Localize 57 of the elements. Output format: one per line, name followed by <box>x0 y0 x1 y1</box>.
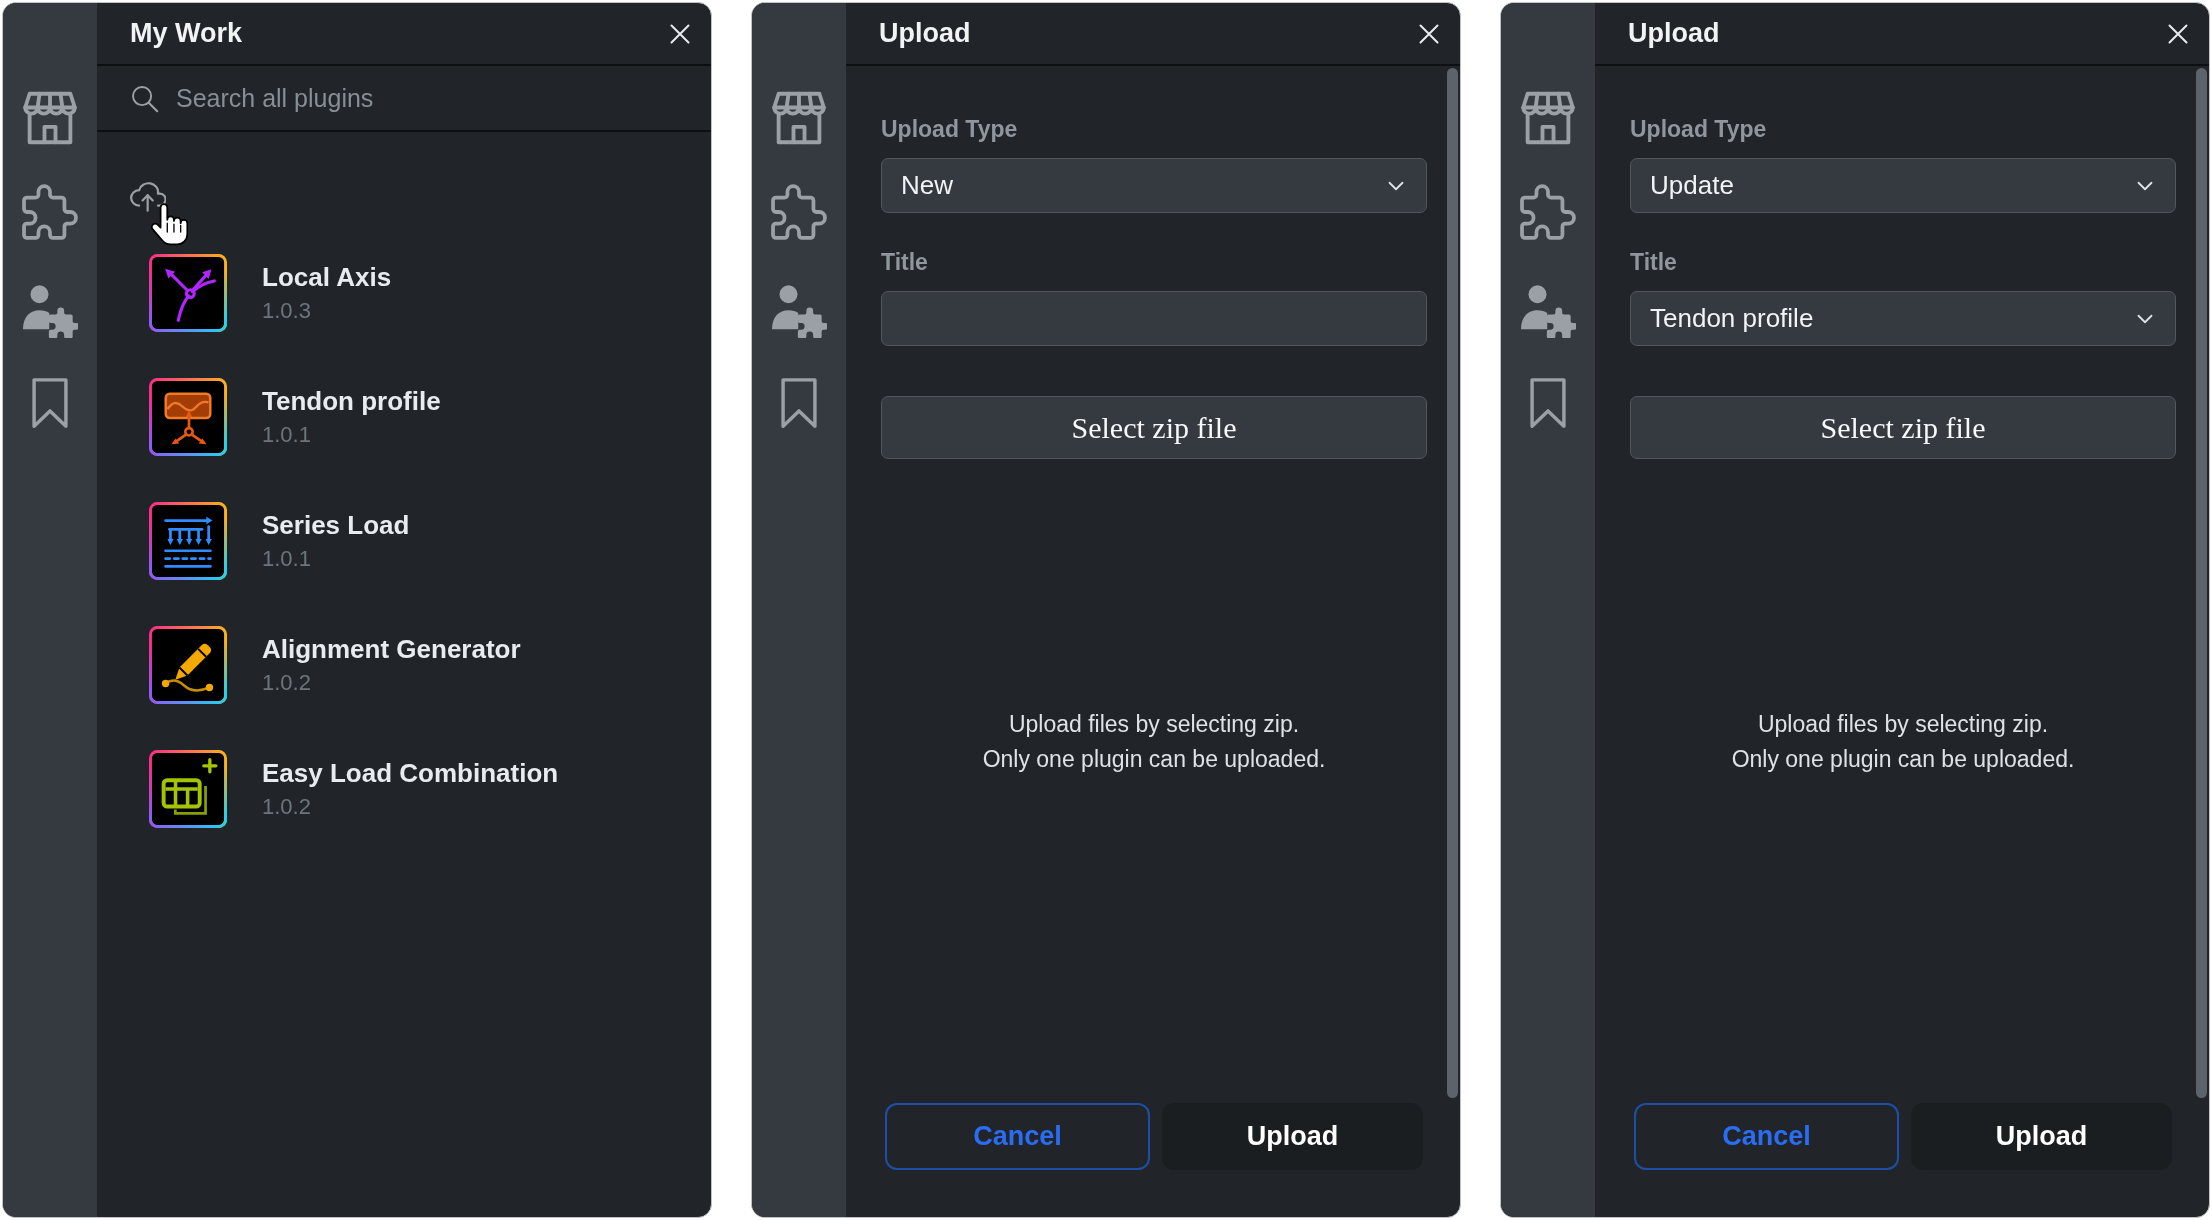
bookmark-icon[interactable] <box>1529 378 1567 430</box>
panel-title: Upload <box>1628 17 1720 51</box>
field-label: Title <box>881 249 929 275</box>
axis-arrows-icon[interactable] <box>149 254 227 332</box>
load-arrows-icon[interactable] <box>149 502 227 580</box>
panel-title: Upload <box>879 17 971 51</box>
dropdown[interactable]: Tendon profile <box>1630 291 2176 346</box>
scrollbar-thumb[interactable] <box>1447 68 1458 1098</box>
pencil-curve-icon[interactable] <box>149 626 227 704</box>
close-icon[interactable] <box>2168 23 2188 44</box>
plugin-name[interactable]: Alignment Generator <box>262 634 521 664</box>
dropdown[interactable]: New <box>881 158 1427 213</box>
plugin-version: 1.0.2 <box>262 670 312 696</box>
user-puzzle-icon[interactable] <box>1520 285 1576 338</box>
puzzle-icon[interactable] <box>1520 184 1576 240</box>
bookmark-icon[interactable] <box>31 378 69 430</box>
text-field[interactable] <box>881 291 1427 346</box>
select-file-button[interactable]: Select zip file <box>1630 396 2176 459</box>
chevron-down-icon <box>2137 180 2153 191</box>
help-text: Only one plugin can be uploaded. <box>982 746 1326 772</box>
table-plus-icon[interactable] <box>149 750 227 828</box>
puzzle-icon[interactable] <box>22 184 78 240</box>
store-icon[interactable] <box>1521 91 1575 145</box>
close-icon[interactable] <box>670 23 690 44</box>
bookmark-icon[interactable] <box>780 378 818 430</box>
cloud-upload-icon[interactable] <box>130 182 166 212</box>
plugin-version: 1.0.1 <box>262 422 312 448</box>
plugin-version: 1.0.3 <box>262 298 312 324</box>
plugin-name[interactable]: Series Load <box>262 510 410 540</box>
plugin-name[interactable]: Tendon profile <box>262 386 441 416</box>
store-icon[interactable] <box>772 91 826 145</box>
help-text: Only one plugin can be uploaded. <box>1731 746 2075 772</box>
plugin-name[interactable]: Easy Load Combination <box>262 758 559 788</box>
user-puzzle-icon[interactable] <box>771 285 827 338</box>
field-label: Upload Type <box>1630 116 1768 142</box>
plugin-version: 1.0.2 <box>262 794 312 820</box>
help-text: Upload files by selecting zip. <box>1008 711 1300 737</box>
store-icon[interactable] <box>23 91 77 145</box>
select-file-button[interactable]: Select zip file <box>881 396 1427 459</box>
chevron-down-icon <box>1388 180 1404 191</box>
plugin-version: 1.0.1 <box>262 546 312 572</box>
wave-panel-icon[interactable] <box>149 378 227 456</box>
close-icon[interactable] <box>1419 23 1439 44</box>
puzzle-icon[interactable] <box>771 184 827 240</box>
plugin-name[interactable]: Local Axis <box>262 262 392 292</box>
help-text: Upload files by selecting zip. <box>1757 711 2049 737</box>
search-icon <box>130 83 159 113</box>
field-label: Title <box>1630 249 1678 275</box>
panel-title: My Work <box>130 17 243 51</box>
search-field[interactable]: Search all plugins <box>176 78 691 118</box>
upload-button[interactable]: Upload <box>1911 1103 2172 1170</box>
chevron-down-icon <box>2137 313 2153 324</box>
user-puzzle-icon[interactable] <box>22 285 78 338</box>
dropdown[interactable]: Update <box>1630 158 2176 213</box>
upload-button[interactable]: Upload <box>1162 1103 1423 1170</box>
scrollbar-thumb[interactable] <box>2196 68 2207 1098</box>
field-label: Upload Type <box>881 116 1019 142</box>
